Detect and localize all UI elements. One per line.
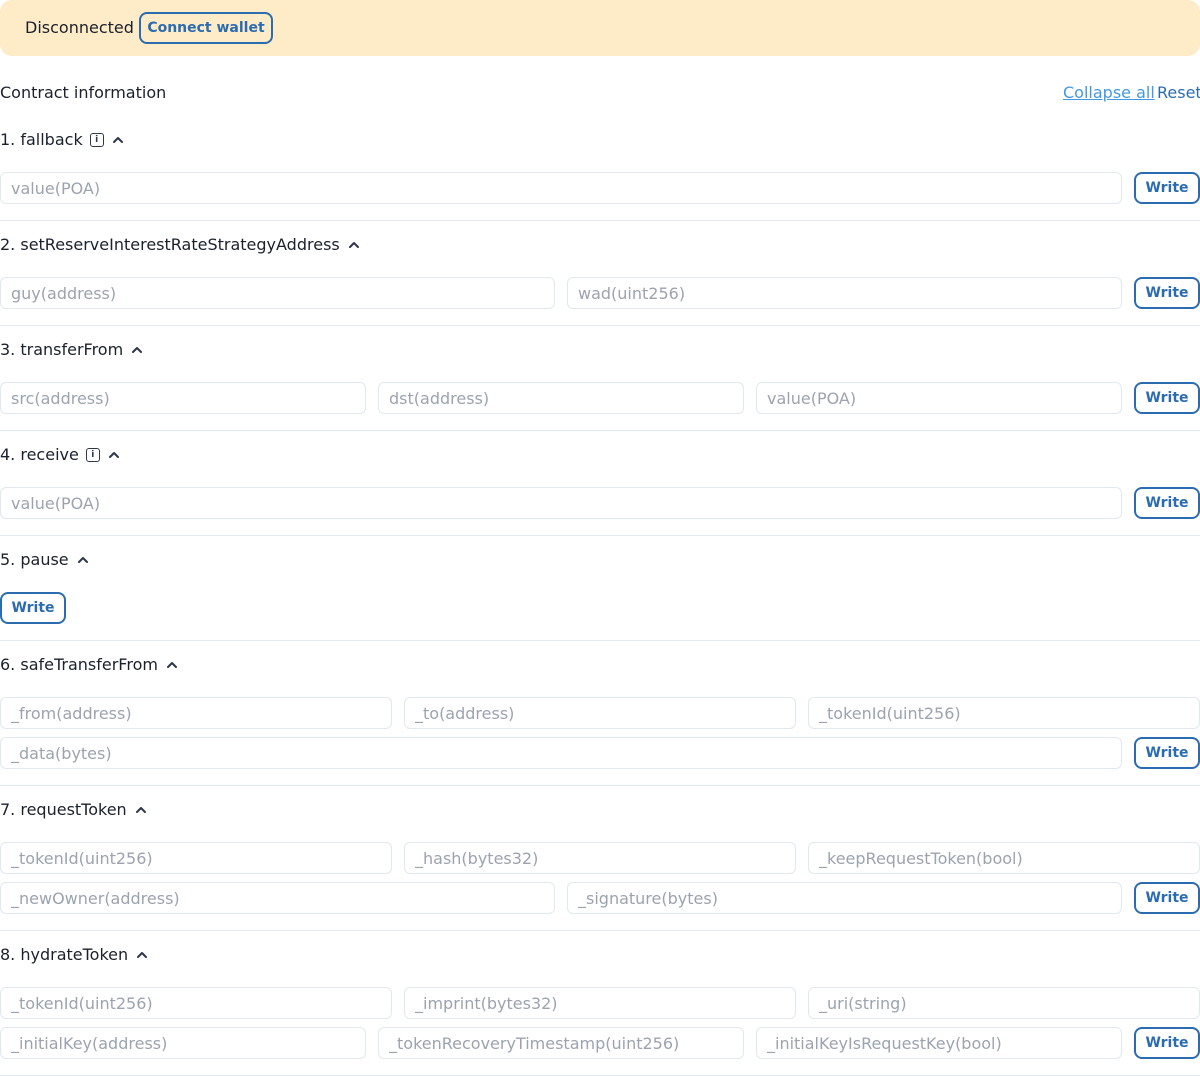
write-button[interactable]: Write (1134, 737, 1200, 769)
keep-request-token-input[interactable] (808, 842, 1200, 874)
write-button[interactable]: Write (1134, 882, 1200, 914)
hash-input[interactable] (404, 842, 796, 874)
method-hydrateToken: 8. hydrateToken Write (0, 945, 1200, 1076)
chevron-up-icon[interactable] (106, 447, 122, 463)
value-input[interactable] (756, 382, 1122, 414)
signature-input[interactable] (567, 882, 1122, 914)
initial-key-input[interactable] (0, 1027, 366, 1059)
method-header[interactable]: 2. setReserveInterestRateStrategyAddress (0, 235, 362, 255)
method-header[interactable]: 7. requestToken (0, 800, 149, 820)
info-icon[interactable]: i (89, 133, 104, 147)
write-button[interactable]: Write (1134, 277, 1200, 309)
write-button[interactable]: Write (1134, 382, 1200, 414)
chevron-up-icon[interactable] (346, 237, 362, 253)
method-receive: 4. receive i Write (0, 445, 1200, 536)
tokenid-input[interactable] (0, 842, 392, 874)
method-title: 5. pause (0, 550, 69, 569)
method-title: 8. hydrateToken (0, 945, 129, 964)
uri-input[interactable] (808, 987, 1200, 1019)
method-header[interactable]: 4. receive i (0, 445, 122, 465)
chevron-up-icon[interactable] (134, 947, 150, 963)
initial-key-is-request-key-input[interactable] (756, 1027, 1122, 1059)
connection-status: Disconnected (25, 18, 134, 37)
contract-info-title: Contract information (0, 83, 167, 102)
chevron-up-icon[interactable] (133, 802, 149, 818)
chevron-up-icon[interactable] (129, 342, 145, 358)
info-icon[interactable]: i (85, 448, 100, 462)
dst-input[interactable] (378, 382, 744, 414)
method-title: 4. receive (0, 445, 79, 464)
method-pause: 5. pause Write (0, 550, 1200, 641)
method-header[interactable]: 8. hydrateToken (0, 945, 150, 965)
method-transferFrom: 3. transferFrom Write (0, 340, 1200, 431)
method-header[interactable]: 3. transferFrom (0, 340, 145, 360)
method-fallback: 1. fallback i Write (0, 130, 1200, 221)
src-input[interactable] (0, 382, 366, 414)
tokenid-input[interactable] (0, 987, 392, 1019)
method-title: 7. requestToken (0, 800, 127, 819)
method-header[interactable]: 6. safeTransferFrom (0, 655, 180, 675)
chevron-up-icon[interactable] (110, 132, 126, 148)
value-input[interactable] (0, 172, 1122, 204)
imprint-input[interactable] (404, 987, 796, 1019)
chevron-up-icon[interactable] (164, 657, 180, 673)
data-input[interactable] (0, 737, 1122, 769)
method-setReserveInterestRateStrategyAddress: 2. setReserveInterestRateStrategyAddress… (0, 235, 1200, 326)
reset-link[interactable]: Reset (1157, 83, 1200, 103)
method-safeTransferFrom: 6. safeTransferFrom Write (0, 655, 1200, 786)
method-title: 1. fallback (0, 130, 83, 149)
connect-wallet-button[interactable]: Connect wallet (139, 12, 273, 44)
method-title: 3. transferFrom (0, 340, 124, 359)
from-input[interactable] (0, 697, 392, 729)
method-requestToken: 7. requestToken Write (0, 800, 1200, 931)
method-header[interactable]: 5. pause (0, 550, 91, 570)
tokenid-input[interactable] (808, 697, 1200, 729)
method-title: 6. safeTransferFrom (0, 655, 158, 674)
to-input[interactable] (404, 697, 796, 729)
token-recovery-timestamp-input[interactable] (378, 1027, 744, 1059)
method-title: 2. setReserveInterestRateStrategyAddress (0, 235, 340, 254)
write-button[interactable]: Write (1134, 487, 1200, 519)
collapse-all-link[interactable]: Collapse all (1063, 83, 1155, 103)
guy-input[interactable] (0, 277, 555, 309)
write-button[interactable]: Write (0, 592, 66, 624)
method-header[interactable]: 1. fallback i (0, 130, 126, 150)
wad-input[interactable] (567, 277, 1122, 309)
new-owner-input[interactable] (0, 882, 555, 914)
value-input[interactable] (0, 487, 1122, 519)
wallet-status-banner: Disconnected Connect wallet (0, 0, 1200, 56)
write-button[interactable]: Write (1134, 172, 1200, 204)
write-button[interactable]: Write (1134, 1027, 1200, 1059)
chevron-up-icon[interactable] (75, 552, 91, 568)
